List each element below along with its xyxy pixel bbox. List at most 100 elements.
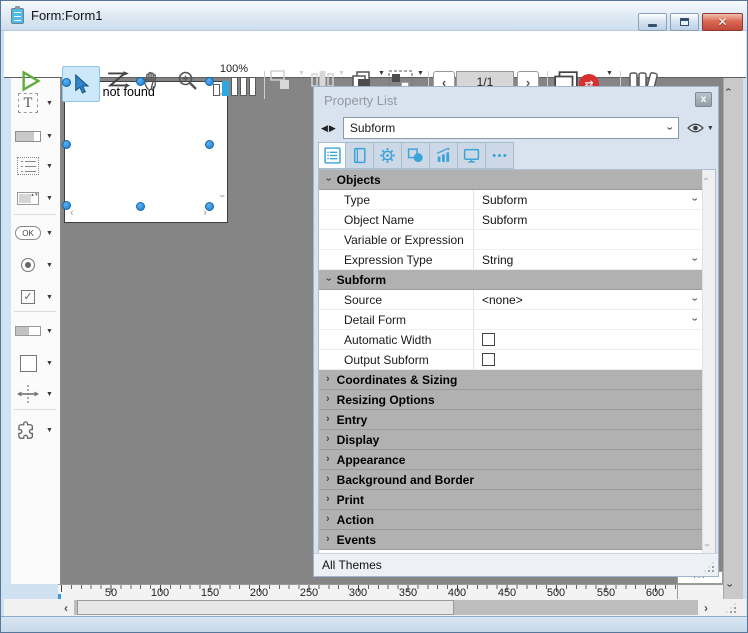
tool-progress-bar[interactable]: ▼ (14, 317, 58, 345)
section-header-appearance[interactable]: › Appearance (319, 450, 704, 470)
section-header-events[interactable]: › Events (319, 530, 704, 550)
scroll-down-icon[interactable]: › (702, 543, 712, 546)
zoom-bars-icon[interactable] (213, 77, 256, 96)
chevron-down-icon[interactable]: › (689, 298, 700, 302)
panel-resize-grip[interactable] (704, 562, 714, 572)
section-header-print[interactable]: › Print (319, 490, 704, 510)
dropdown-arrow-icon[interactable]: ▼ (46, 294, 53, 301)
scroll-left-icon[interactable]: ‹ (70, 207, 74, 219)
section-header-entry[interactable]: › Entry (319, 410, 704, 430)
resize-grip[interactable] (726, 603, 736, 613)
tab-chart[interactable] (430, 142, 458, 169)
selection-handle-bottom-center[interactable] (136, 202, 145, 211)
section-header-action[interactable]: › Action (319, 510, 704, 530)
eye-icon (687, 122, 704, 134)
selection-handle-top-left[interactable] (62, 78, 71, 87)
selection-handle-bottom-left[interactable] (62, 201, 71, 210)
dropdown-arrow-icon[interactable]: ▼ (46, 133, 53, 140)
titlebar[interactable]: Form:Form1 (1, 1, 748, 31)
property-row-automatic-width[interactable]: Automatic Width (319, 330, 704, 350)
object-selector-combo[interactable]: Subform › (343, 117, 679, 139)
tab-more[interactable] (486, 142, 514, 169)
scroll-left-button[interactable]: ‹ (58, 600, 74, 615)
nav-forward-icon[interactable]: ▶ (329, 123, 337, 133)
tool-rectangle[interactable]: ▼ (14, 349, 58, 377)
dropdown-arrow-icon[interactable]: ▼ (707, 125, 714, 132)
property-list-panel: Property List x ◀▶ Subform › ▼ (313, 86, 719, 577)
property-row-object-name[interactable]: Object Name Subform (319, 210, 704, 230)
tool-radio-button[interactable]: ▼ (14, 251, 58, 279)
tab-list[interactable] (318, 142, 346, 169)
property-row-source[interactable]: Source <none>› (319, 290, 704, 310)
section-header-resizing-options[interactable]: › Resizing Options (319, 390, 704, 410)
tab-display[interactable] (458, 142, 486, 169)
tab-shapes[interactable] (402, 142, 430, 169)
section-header-objects[interactable]: › Objects (319, 170, 704, 190)
checkbox-unchecked[interactable] (482, 353, 495, 366)
chevron-down-icon[interactable]: › (689, 318, 700, 322)
tab-settings[interactable] (374, 142, 402, 169)
zoom-tool-button[interactable] (177, 70, 199, 92)
section-header-background-border[interactable]: › Background and Border (319, 470, 704, 490)
visibility-button[interactable]: ▼ (687, 122, 714, 134)
selection-handle-middle-right[interactable] (205, 140, 214, 149)
tool-text[interactable]: T ▼ (14, 89, 58, 117)
scroll-down-icon[interactable]: › (216, 194, 228, 198)
refresh-dropdown-arrow[interactable]: ▼ (606, 70, 613, 77)
dropdown-arrow-icon[interactable]: ▼ (46, 391, 53, 398)
scroll-up-icon[interactable]: › (723, 88, 734, 92)
property-row-expression-type[interactable]: Expression Type String› (319, 250, 704, 270)
tool-list-box[interactable]: ▼ (14, 152, 58, 180)
section-header-display[interactable]: › Display (319, 430, 704, 450)
selection-handle-bottom-right[interactable] (205, 202, 214, 211)
dropdown-arrow-icon[interactable]: ▼ (46, 195, 53, 202)
chevron-down-icon[interactable]: › (689, 258, 700, 262)
scroll-down-icon[interactable]: › (723, 584, 734, 588)
canvas-horizontal-scrollbar[interactable]: ‹ › (4, 599, 746, 616)
dropdown-arrow-icon[interactable]: ▼ (46, 230, 53, 237)
dropdown-arrow-icon[interactable]: ▼ (46, 427, 53, 434)
selection-handle-top-center[interactable] (136, 77, 145, 86)
scroll-up-icon[interactable]: › (702, 177, 712, 180)
tool-checkbox[interactable]: ✓ ▼ (14, 283, 58, 311)
dropdown-arrow-icon[interactable]: ▼ (46, 328, 53, 335)
property-row-type[interactable]: Type Subform› (319, 190, 704, 210)
scrollbar-thumb[interactable] (77, 600, 454, 615)
property-row-variable-or-expression[interactable]: Variable or Expression (319, 230, 704, 250)
panel-close-button[interactable]: x (695, 92, 712, 107)
tool-spacing[interactable]: ▼ (14, 380, 58, 408)
dropdown-arrow-icon[interactable]: ▼ (46, 163, 53, 170)
canvas-vertical-scrollbar[interactable]: › › (723, 78, 743, 599)
section-header-coordinates-sizing[interactable]: › Coordinates & Sizing (319, 370, 704, 390)
dropdown-arrow-icon[interactable]: ▼ (46, 100, 53, 107)
edit-points-tool-button[interactable] (106, 70, 130, 90)
property-row-output-subform[interactable]: Output Subform (319, 350, 704, 370)
property-grid-scrollbar[interactable]: › › (702, 170, 715, 554)
checkbox-unchecked[interactable] (482, 333, 495, 346)
scrollbar-track[interactable] (74, 600, 698, 615)
section-header-subform[interactable]: › Subform (319, 270, 704, 290)
zoom-level-widget[interactable]: 100% (208, 64, 260, 104)
tool-spin-edit[interactable]: ▼ (14, 184, 58, 212)
selection-mode-dropdown-arrow[interactable]: ▼ (417, 70, 424, 77)
property-row-detail-form[interactable]: Detail Form › (319, 310, 704, 330)
tab-report[interactable] (346, 142, 374, 169)
nav-back-icon[interactable]: ◀ (321, 123, 329, 133)
maximize-button[interactable] (670, 13, 699, 31)
run-button[interactable] (20, 70, 42, 92)
minimize-button[interactable] (638, 13, 667, 31)
arrange-dropdown-arrow[interactable]: ▼ (378, 70, 385, 77)
dropdown-arrow-icon[interactable]: ▼ (46, 360, 53, 367)
dropdown-arrow-icon[interactable]: ▼ (46, 262, 53, 269)
tool-custom-control[interactable]: ▼ (14, 416, 58, 444)
object-nav-arrows[interactable]: ◀▶ (321, 123, 337, 134)
tool-input-field[interactable]: ▼ (14, 122, 58, 150)
close-button[interactable]: ✕ (702, 13, 743, 31)
pan-tool-button[interactable] (142, 70, 163, 92)
subform-object[interactable]: Form not found › › ‹ › (64, 81, 228, 223)
chevron-down-icon[interactable]: › (689, 198, 700, 202)
tool-button[interactable]: OK ▼ (14, 219, 58, 247)
selection-handle-middle-left[interactable] (62, 140, 71, 149)
scroll-right-button[interactable]: › (698, 600, 714, 615)
selection-handle-top-right[interactable] (205, 77, 214, 86)
